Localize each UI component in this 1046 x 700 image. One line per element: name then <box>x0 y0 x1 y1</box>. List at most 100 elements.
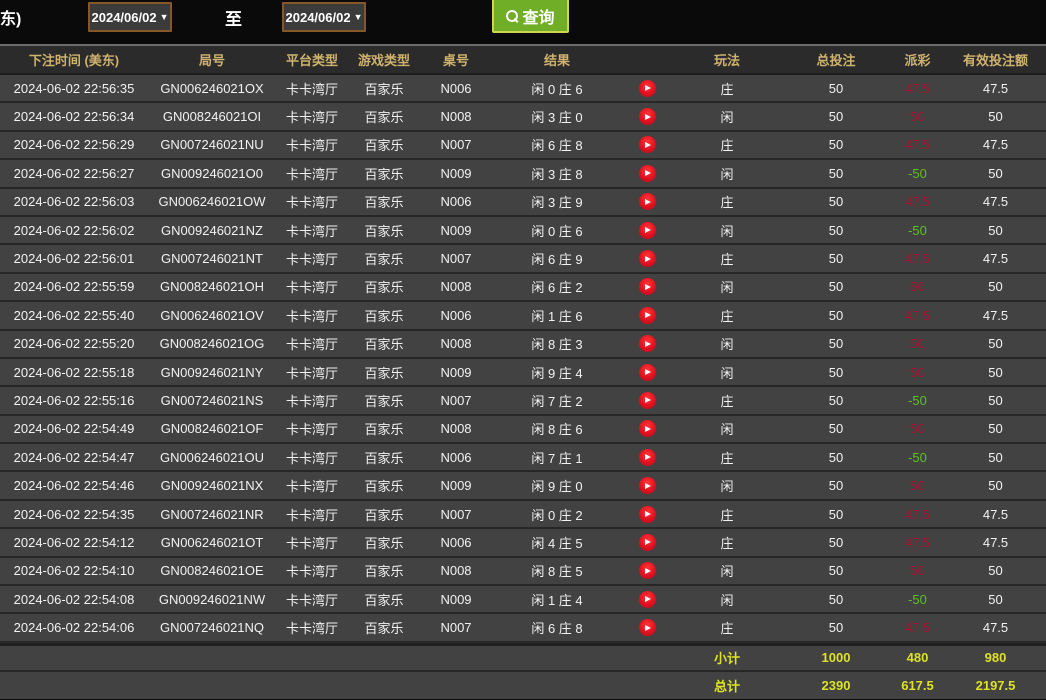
round-id-cell: GN008246021OF <box>148 421 276 436</box>
play-replay-icon[interactable] <box>639 420 656 437</box>
play-replay-icon[interactable] <box>639 222 656 239</box>
play-replay-icon[interactable] <box>639 307 656 324</box>
game-type-cell: 百家乐 <box>348 391 420 410</box>
header-payout: 派彩 <box>890 50 945 69</box>
play-replay-icon[interactable] <box>639 364 656 381</box>
bet-record-row: 2024-06-02 22:55:40 GN006246021OV 卡卡湾厅 百… <box>0 302 1046 330</box>
play-replay-icon[interactable] <box>639 591 656 608</box>
result-cell: 闲 7 庄 1 <box>492 448 622 467</box>
bet-time-cell: 2024-06-02 22:55:16 <box>0 393 148 408</box>
round-id-cell: GN006246021OT <box>148 535 276 550</box>
result-cell: 闲 6 庄 8 <box>492 618 622 637</box>
total-bet-cell: 50 <box>782 592 890 607</box>
valid-bet-cell: 50 <box>945 223 1046 238</box>
bet-time-cell: 2024-06-02 22:56:01 <box>0 251 148 266</box>
bet-time-cell: 2024-06-02 22:56:02 <box>0 223 148 238</box>
bet-record-row: 2024-06-02 22:56:03 GN006246021OW 卡卡湾厅 百… <box>0 189 1046 217</box>
play-replay-icon[interactable] <box>639 619 656 636</box>
play-type-cell: 闲 <box>672 363 782 382</box>
play-replay-icon[interactable] <box>639 534 656 551</box>
platform-cell: 卡卡湾厅 <box>276 561 348 580</box>
bet-record-row: 2024-06-02 22:54:10 GN008246021OE 卡卡湾厅 百… <box>0 558 1046 586</box>
header-round-id: 局号 <box>148 50 276 69</box>
play-type-cell: 闲 <box>672 561 782 580</box>
play-type-cell: 闲 <box>672 476 782 495</box>
result-cell: 闲 8 庄 5 <box>492 561 622 580</box>
round-id-cell: GN006246021OW <box>148 194 276 209</box>
result-cell: 闲 6 庄 8 <box>492 135 622 154</box>
play-type-cell: 庄 <box>672 249 782 268</box>
bet-record-row: 2024-06-02 22:54:49 GN008246021OF 卡卡湾厅 百… <box>0 416 1046 444</box>
play-replay-icon[interactable] <box>639 449 656 466</box>
bet-time-cell: 2024-06-02 22:56:27 <box>0 166 148 181</box>
play-type-cell: 庄 <box>672 533 782 552</box>
game-type-cell: 百家乐 <box>348 590 420 609</box>
bet-time-cell: 2024-06-02 22:54:35 <box>0 507 148 522</box>
game-type-cell: 百家乐 <box>348 135 420 154</box>
header-game-type: 游戏类型 <box>348 50 420 69</box>
play-replay-icon[interactable] <box>639 562 656 579</box>
play-replay-icon[interactable] <box>639 108 656 125</box>
result-cell: 闲 6 庄 9 <box>492 249 622 268</box>
play-replay-icon[interactable] <box>639 193 656 210</box>
header-valid-bet: 有效投注额 <box>945 50 1046 69</box>
bet-record-row: 2024-06-02 22:56:01 GN007246021NT 卡卡湾厅 百… <box>0 245 1046 273</box>
bet-time-cell: 2024-06-02 22:56:29 <box>0 137 148 152</box>
play-replay-icon[interactable] <box>639 136 656 153</box>
platform-cell: 卡卡湾厅 <box>276 618 348 637</box>
total-bet-cell: 50 <box>782 535 890 550</box>
play-type-cell: 闲 <box>672 419 782 438</box>
table-no-cell: N007 <box>420 393 492 408</box>
header-table-no: 桌号 <box>420 50 492 69</box>
bet-record-row: 2024-06-02 22:56:34 GN008246021OI 卡卡湾厅 百… <box>0 103 1046 131</box>
play-replay-icon[interactable] <box>639 477 656 494</box>
result-cell: 闲 8 庄 3 <box>492 334 622 353</box>
table-body: 2024-06-02 22:56:35 GN006246021OX 卡卡湾厅 百… <box>0 75 1046 643</box>
table-no-cell: N006 <box>420 81 492 96</box>
play-replay-icon[interactable] <box>639 335 656 352</box>
valid-bet-cell: 50 <box>945 478 1046 493</box>
query-button-label: 查询 <box>522 4 554 28</box>
game-type-cell: 百家乐 <box>348 476 420 495</box>
round-id-cell: GN009246021NY <box>148 365 276 380</box>
platform-cell: 卡卡湾厅 <box>276 164 348 183</box>
play-type-cell: 庄 <box>672 448 782 467</box>
table-no-cell: N007 <box>420 251 492 266</box>
header-bet-time: 下注时间 (美东) <box>0 50 148 69</box>
play-replay-icon[interactable] <box>639 250 656 267</box>
play-replay-icon[interactable] <box>639 278 656 295</box>
platform-cell: 卡卡湾厅 <box>276 277 348 296</box>
bet-time-cell: 2024-06-02 22:56:34 <box>0 109 148 124</box>
table-no-cell: N009 <box>420 365 492 380</box>
query-button[interactable]: 查询 <box>492 0 569 33</box>
bet-time-cell: 2024-06-02 22:56:03 <box>0 194 148 209</box>
date-to-select[interactable]: 2024/06/02 ▼ <box>282 2 366 32</box>
round-id-cell: GN006246021OU <box>148 450 276 465</box>
round-id-cell: GN009246021NX <box>148 478 276 493</box>
date-from-select[interactable]: 2024/06/02 ▼ <box>88 2 172 32</box>
bet-record-row: 2024-06-02 22:55:16 GN007246021NS 卡卡湾厅 百… <box>0 387 1046 415</box>
play-replay-icon[interactable] <box>639 506 656 523</box>
platform-cell: 卡卡湾厅 <box>276 249 348 268</box>
table-no-cell: N006 <box>420 450 492 465</box>
game-type-cell: 百家乐 <box>348 107 420 126</box>
result-cell: 闲 6 庄 2 <box>492 277 622 296</box>
play-replay-icon[interactable] <box>639 165 656 182</box>
bet-time-cell: 2024-06-02 22:54:49 <box>0 421 148 436</box>
payout-cell: 47.5 <box>890 251 945 266</box>
round-id-cell: GN009246021NZ <box>148 223 276 238</box>
play-replay-icon[interactable] <box>639 392 656 409</box>
play-replay-icon[interactable] <box>639 80 656 97</box>
platform-cell: 卡卡湾厅 <box>276 79 348 98</box>
total-bet-cell: 50 <box>782 336 890 351</box>
game-type-cell: 百家乐 <box>348 419 420 438</box>
total-bet-cell: 50 <box>782 137 890 152</box>
bet-record-row: 2024-06-02 22:54:08 GN009246021NW 卡卡湾厅 百… <box>0 586 1046 614</box>
game-type-cell: 百家乐 <box>348 164 420 183</box>
valid-bet-cell: 50 <box>945 365 1046 380</box>
table-no-cell: N008 <box>420 421 492 436</box>
total-bet-cell: 50 <box>782 194 890 209</box>
valid-bet-cell: 50 <box>945 393 1046 408</box>
platform-cell: 卡卡湾厅 <box>276 448 348 467</box>
platform-cell: 卡卡湾厅 <box>276 363 348 382</box>
